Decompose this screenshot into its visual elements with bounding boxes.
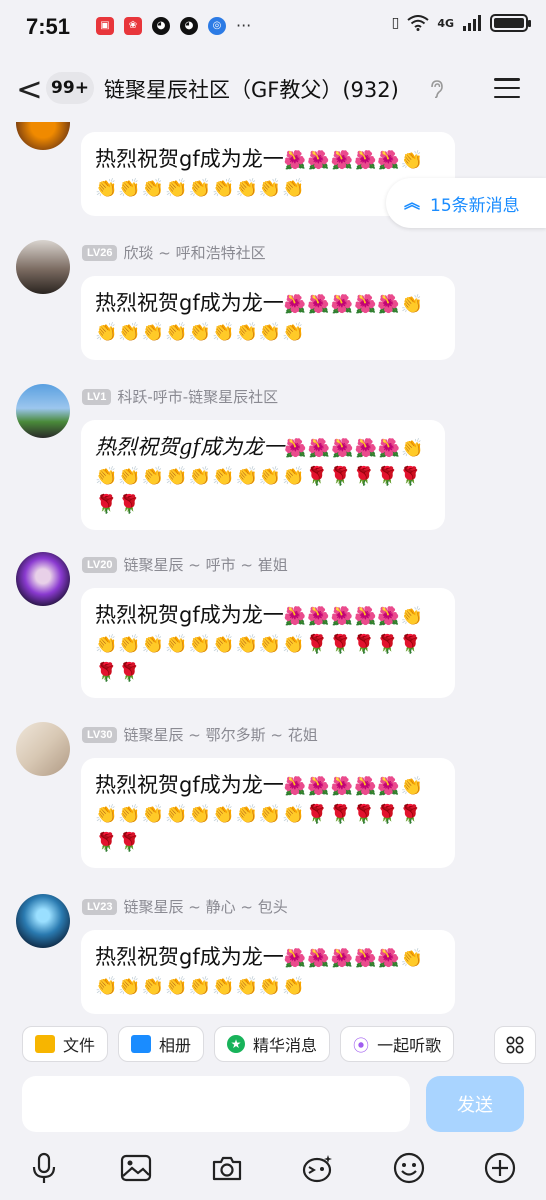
new-messages-button[interactable]: ︽ 15条新消息 [386, 178, 546, 228]
quick-action-listen-together[interactable]: ⦿ 一起听歌 [340, 1026, 455, 1062]
avatar[interactable] [16, 384, 70, 438]
quick-action-highlights[interactable]: ★ 精华消息 [214, 1026, 331, 1062]
quick-action-label: 文件 [63, 1036, 96, 1055]
message-list[interactable]: 热烈祝贺gf成为龙一🌺🌺🌺🌺🌺👏👏👏👏👏👏👏👏👏👏 LV26 欣琰 ~ 呼和浩特… [0, 122, 546, 1014]
level-badge: LV30 [82, 726, 118, 743]
sender-name[interactable]: 欣琰 ~ 呼和浩特社区 [123, 242, 265, 263]
level-badge: LV20 [82, 556, 118, 573]
sender-name[interactable]: 链聚星辰 ~ 鄂尔多斯 ~ 花姐 [123, 724, 317, 745]
level-badge: LV26 [82, 244, 118, 261]
message-bubble[interactable]: 热烈祝贺gf成为龙一🌺🌺🌺🌺🌺👏👏👏👏👏👏👏👏👏👏🌹🌹🌹🌹🌹🌹🌹 [81, 758, 455, 868]
menu-icon[interactable] [494, 78, 520, 98]
app-notification-icon: ▣ [96, 16, 114, 35]
vibrate-icon: ▯ [391, 15, 400, 31]
sender-meta: LV23 链聚星辰 ~ 静心 ~ 包头 [82, 896, 288, 917]
send-button[interactable]: 发送 [426, 1076, 524, 1132]
message-text: 热烈祝贺gf成为龙一 [95, 435, 285, 459]
avatar[interactable] [16, 552, 70, 606]
message-bubble[interactable]: 热烈祝贺gf成为龙一🌺🌺🌺🌺🌺👏👏👏👏👏👏👏👏👏👏 [81, 276, 455, 360]
sender-name[interactable]: 链聚星辰 ~ 呼市 ~ 崔姐 [123, 554, 287, 575]
message-text: 热烈祝贺gf成为龙一 [95, 291, 284, 315]
unread-badge[interactable]: 99+ [46, 72, 94, 104]
battery-icon [490, 14, 531, 32]
composer-area: 文件 相册 ★ 精华消息 ⦿ 一起听歌 发送 [0, 1014, 546, 1200]
sender-meta: LV20 链聚星辰 ~ 呼市 ~ 崔姐 [82, 554, 288, 575]
photo-icon [131, 1035, 152, 1053]
quick-action-file[interactable]: 文件 [22, 1026, 109, 1062]
message-bubble[interactable]: 热烈祝贺gf成为龙一🌺🌺🌺🌺🌺👏👏👏👏👏👏👏👏👏👏🌹🌹🌹🌹🌹🌹🌹 [81, 420, 445, 530]
message-text: 热烈祝贺gf成为龙一 [95, 603, 284, 627]
qq-icon-2: ◕ [180, 16, 198, 35]
ear-icon[interactable] [430, 80, 444, 102]
avatar[interactable] [16, 122, 70, 150]
qq-icon: ◕ [152, 16, 170, 35]
sender-meta: LV30 链聚星辰 ~ 鄂尔多斯 ~ 花姐 [82, 724, 318, 745]
quick-action-album[interactable]: 相册 [118, 1026, 205, 1062]
plus-icon[interactable] [480, 1148, 520, 1188]
sticker-icon[interactable] [298, 1148, 338, 1188]
status-time: 7:51 [26, 14, 71, 39]
sender-meta: LV26 欣琰 ~ 呼和浩特社区 [82, 242, 266, 263]
new-messages-label: 15条新消息 [430, 195, 520, 216]
quick-action-label: 一起听歌 [377, 1036, 442, 1055]
signal-icon [463, 15, 481, 31]
huawei-icon: ❀ [124, 16, 142, 35]
avatar[interactable] [16, 894, 70, 948]
composer-icons [0, 1148, 546, 1196]
wifi-icon [407, 15, 429, 31]
chat-title[interactable]: 链聚星辰社区（GF教父）(932) [104, 74, 399, 104]
quick-actions: 文件 相册 ★ 精华消息 ⦿ 一起听歌 [22, 1026, 455, 1062]
sender-name[interactable]: 科跃-呼市-链聚星辰社区 [117, 386, 278, 407]
quick-action-label: 精华消息 [253, 1036, 318, 1055]
emoji-icon[interactable] [389, 1148, 429, 1188]
network-type: 4G [437, 16, 454, 30]
more-notifications-icon: ··· [236, 16, 252, 35]
microphone-icon[interactable] [24, 1148, 64, 1188]
double-chevron-up-icon: ︽ [404, 193, 421, 212]
back-button[interactable]: < [16, 70, 43, 108]
message-input[interactable] [22, 1076, 410, 1132]
sender-name[interactable]: 链聚星辰 ~ 静心 ~ 包头 [123, 896, 287, 917]
camera-icon[interactable] [207, 1148, 247, 1188]
more-apps-icon[interactable] [494, 1026, 536, 1064]
app-icon: ◎ [208, 16, 226, 35]
quick-action-label: 相册 [159, 1036, 192, 1055]
message-text: 热烈祝贺gf成为龙一 [95, 773, 284, 797]
level-badge: LV1 [82, 388, 112, 405]
sender-meta: LV1 科跃-呼市-链聚星辰社区 [82, 386, 278, 407]
image-icon[interactable] [116, 1148, 156, 1188]
status-bar: 7:51 ▣ ❀ ◕ ◕ ◎ ··· ▯ 4G [0, 0, 546, 56]
avatar[interactable] [16, 240, 70, 294]
status-indicators: ▯ 4G [391, 14, 531, 32]
earbuds-icon: ⦿ [353, 1036, 370, 1055]
message-bubble[interactable]: 热烈祝贺gf成为龙一🌺🌺🌺🌺🌺👏👏👏👏👏👏👏👏👏👏🌹🌹🌹🌹🌹🌹🌹 [81, 588, 455, 698]
star-icon: ★ [227, 1035, 246, 1053]
folder-icon [35, 1035, 55, 1053]
avatar[interactable] [16, 722, 70, 776]
message-bubble[interactable]: 热烈祝贺gf成为龙一🌺🌺🌺🌺🌺👏👏👏👏👏👏👏👏👏👏 [81, 930, 455, 1014]
message-text: 热烈祝贺gf成为龙一 [95, 147, 284, 171]
message-text: 热烈祝贺gf成为龙一 [95, 945, 284, 969]
chat-header: < 99+ 链聚星辰社区（GF教父）(932) [0, 56, 546, 122]
level-badge: LV23 [82, 898, 118, 915]
notification-icons: ▣ ❀ ◕ ◕ ◎ ··· [96, 16, 251, 35]
